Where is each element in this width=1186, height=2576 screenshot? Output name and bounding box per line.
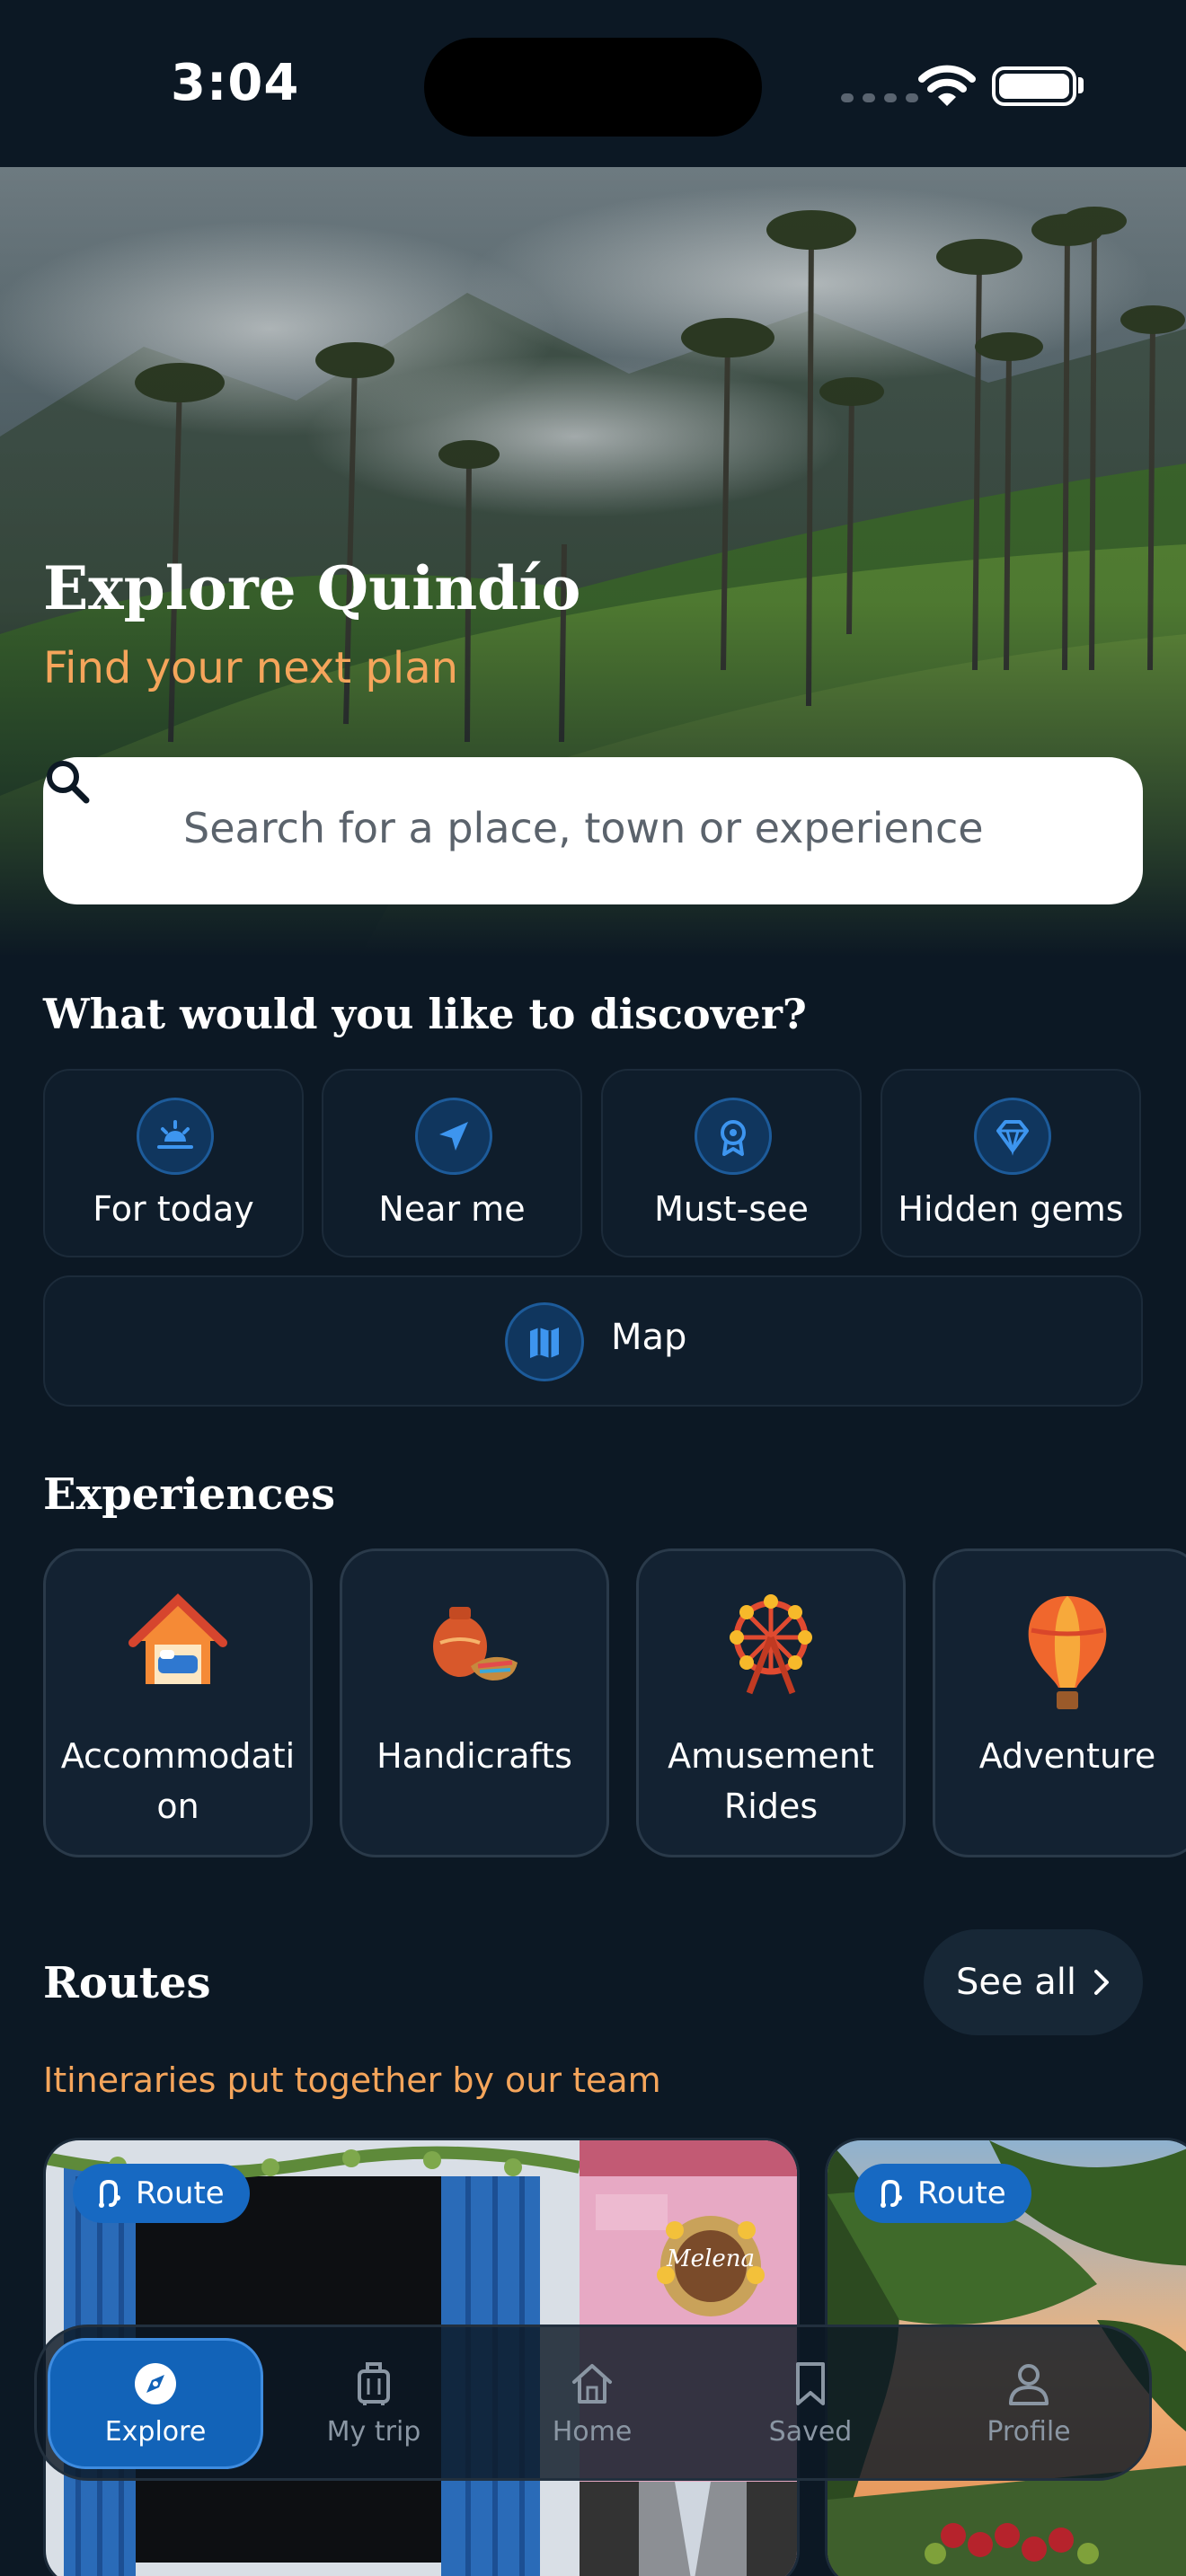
experience-label: Adventure	[978, 1736, 1156, 1776]
discover-section-title: What would you like to discover?	[43, 990, 807, 1038]
house-bed-icon	[128, 1593, 227, 1684]
nav-my-trip[interactable]: My trip	[266, 2338, 482, 2469]
experience-handicrafts[interactable]: Handicrafts	[340, 1548, 609, 1857]
experience-amusement-rides[interactable]: Amusement Rides	[636, 1548, 906, 1857]
map-label: Map	[611, 1317, 687, 1358]
cellular-signal-icon	[841, 93, 918, 102]
route-badge: Route	[854, 2164, 1031, 2223]
navigation-arrow-icon	[415, 1098, 492, 1175]
bookmark-icon	[796, 2361, 825, 2405]
route-badge-label: Route	[136, 2175, 225, 2211]
nav-saved[interactable]: Saved	[703, 2338, 918, 2469]
hero-banner: Explore Quindío Find your next plan Sear…	[0, 167, 1186, 957]
dynamic-island	[424, 38, 762, 137]
route-badge: Route	[73, 2164, 250, 2223]
see-all-label: See all	[955, 1962, 1077, 2003]
nav-label: Profile	[987, 2415, 1071, 2448]
route-icon	[99, 2179, 120, 2208]
diamond-icon	[974, 1098, 1051, 1175]
experience-adventure[interactable]: Adventure	[933, 1548, 1186, 1857]
experiences-section-title: Experiences	[43, 1469, 336, 1520]
battery-icon	[992, 66, 1076, 106]
hero-title: Explore Quindío	[43, 553, 581, 623]
discover-must-see[interactable]: Must-see	[601, 1069, 862, 1257]
routes-subtitle: Itineraries put together by our team	[43, 2060, 661, 2100]
discover-label: For today	[93, 1189, 254, 1229]
hot-air-balloon-icon	[1028, 1596, 1107, 1709]
route-icon	[881, 2179, 902, 2208]
map-icon	[505, 1302, 584, 1381]
route-badge-label: Route	[917, 2175, 1006, 2211]
discover-hidden-gems[interactable]: Hidden gems	[881, 1069, 1141, 1257]
experience-label: Handicrafts	[376, 1736, 572, 1776]
discover-for-today[interactable]: For today	[43, 1069, 304, 1257]
see-all-routes-button[interactable]: See all	[924, 1929, 1143, 2035]
status-bar: 3:04	[0, 0, 1186, 167]
compass-icon	[135, 2362, 176, 2404]
wifi-icon	[918, 65, 976, 106]
hero-subtitle: Find your next plan	[43, 643, 459, 693]
luggage-icon	[358, 2361, 390, 2405]
nav-explore[interactable]: Explore	[48, 2338, 263, 2469]
status-time: 3:04	[171, 54, 300, 112]
experience-label: Accommodati on	[60, 1736, 296, 1826]
nav-profile[interactable]: Profile	[921, 2338, 1137, 2469]
ferris-wheel-icon	[730, 1594, 812, 1695]
search-input[interactable]: Search for a place, town or experience	[43, 757, 1143, 904]
pottery-icon	[433, 1607, 518, 1681]
nav-label: Explore	[104, 2415, 207, 2448]
home-icon	[572, 2363, 612, 2404]
nav-label: Saved	[768, 2415, 853, 2448]
search-icon	[47, 761, 90, 804]
person-icon	[1009, 2363, 1049, 2405]
discover-label: Must-see	[654, 1189, 809, 1229]
discover-label: Hidden gems	[898, 1189, 1124, 1229]
nav-label: My trip	[326, 2415, 421, 2448]
sunrise-icon	[137, 1098, 214, 1175]
nav-label: Home	[552, 2415, 633, 2448]
chevron-right-icon	[1094, 1970, 1110, 1995]
app-screen: 3:04 Explore Quindío Find your next plan…	[0, 0, 1186, 2576]
discover-label: Near me	[378, 1189, 526, 1229]
discover-near-me[interactable]: Near me	[322, 1069, 582, 1257]
bottom-navigation-bar: Explore My trip Home Saved Profile	[34, 2325, 1152, 2481]
battery-cap	[1078, 77, 1084, 93]
storefront-sign: Melena	[666, 2245, 755, 2272]
award-badge-icon	[695, 1098, 772, 1175]
routes-section-title: Routes	[43, 1958, 211, 2008]
search-placeholder: Search for a place, town or experience	[183, 804, 984, 852]
nav-home[interactable]: Home	[484, 2338, 700, 2469]
experience-accommodation[interactable]: Accommodati on	[43, 1548, 313, 1857]
experience-label: Amusement Rides	[668, 1736, 874, 1826]
discover-map-button[interactable]: Map	[43, 1275, 1143, 1407]
